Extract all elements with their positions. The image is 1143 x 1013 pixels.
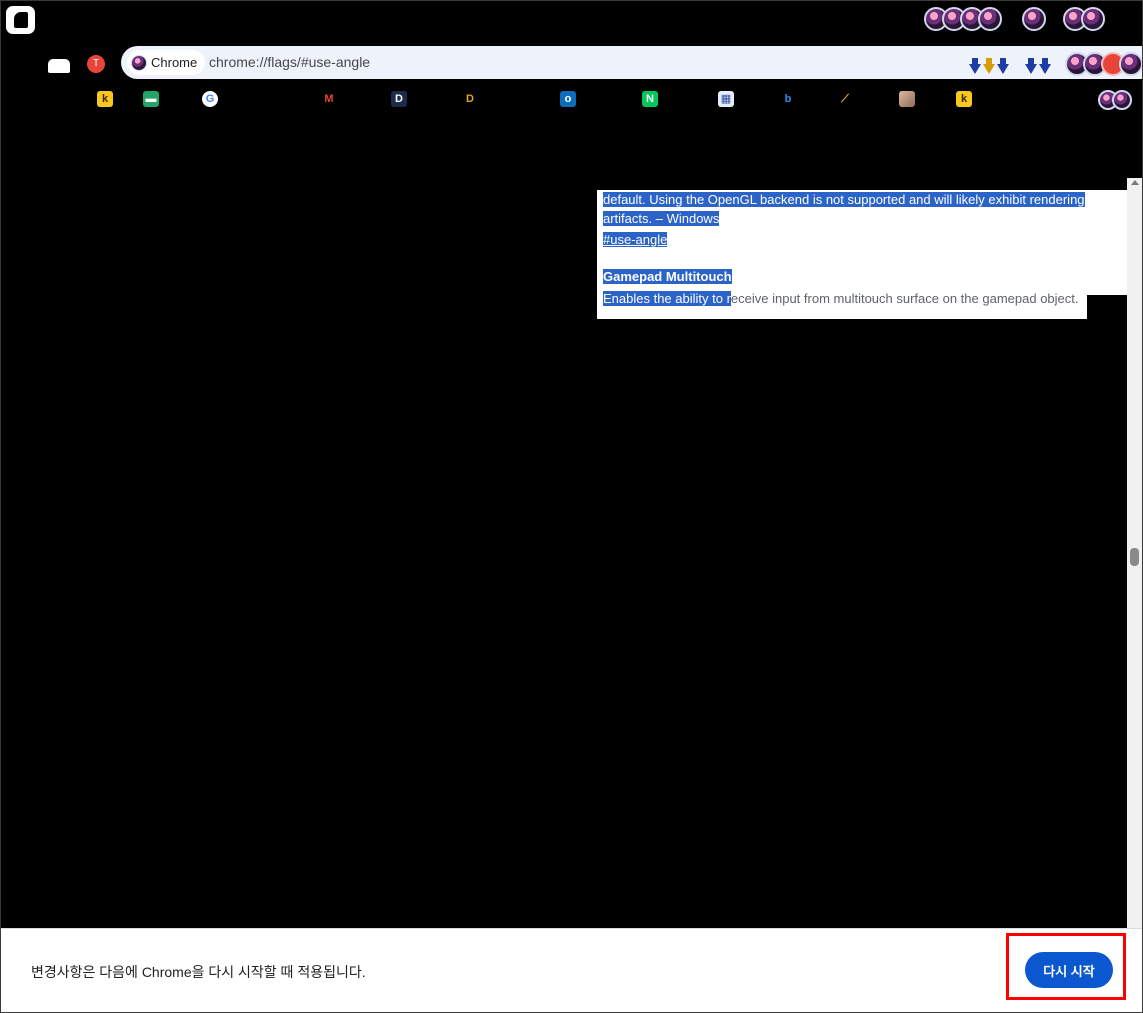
relaunch-message: 변경사항은 다음에 Chrome을 다시 시작할 때 적용됩니다. bbox=[31, 964, 366, 980]
bookmark-calendar-icon[interactable]: ▦ bbox=[718, 91, 734, 107]
bookmark-outlook-icon[interactable]: o bbox=[560, 91, 576, 107]
flag-anchor-link[interactable]: #use-angle bbox=[603, 230, 1126, 249]
avatar[interactable] bbox=[1119, 52, 1143, 76]
bookmark-image-icon[interactable] bbox=[899, 91, 915, 107]
flag-title: Gamepad Multitouch bbox=[603, 269, 732, 284]
bookmark-naver-icon[interactable]: N bbox=[642, 91, 658, 107]
download-icon[interactable] bbox=[1025, 58, 1051, 74]
bookmark-bing-icon[interactable]: b bbox=[780, 91, 796, 107]
bookmark-d-icon[interactable]: D bbox=[462, 91, 478, 107]
profile-avatars-group[interactable] bbox=[924, 7, 1002, 33]
profile-avatar-single[interactable] bbox=[1022, 7, 1046, 33]
bookmark-kakao-icon[interactable]: k bbox=[97, 91, 113, 107]
address-bar[interactable]: Chrome chrome://flags/#use-angle bbox=[121, 46, 1143, 79]
avatar[interactable] bbox=[1081, 7, 1105, 31]
bookmark-d-icon[interactable]: D bbox=[391, 91, 407, 107]
flag-description: artifacts. – Windows bbox=[603, 211, 720, 226]
avatar[interactable] bbox=[978, 7, 1002, 31]
relaunch-bar: 변경사항은 다음에 Chrome을 다시 시작할 때 적용됩니다. 다시 시작 bbox=[0, 928, 1143, 1013]
avatar[interactable] bbox=[1112, 90, 1132, 110]
site-favicon-icon bbox=[131, 54, 147, 71]
tab-badge-icon[interactable]: T bbox=[87, 55, 105, 73]
avatar[interactable] bbox=[1022, 7, 1046, 31]
bookmark-kakao-icon[interactable]: k bbox=[956, 91, 972, 107]
flags-list: default. Using the OpenGL backend is not… bbox=[603, 190, 1126, 308]
bookmark-gmail-icon[interactable]: M bbox=[321, 91, 337, 107]
url-text[interactable]: chrome://flags/#use-angle bbox=[209, 54, 370, 70]
profile-avatars-toolbar[interactable] bbox=[1065, 52, 1143, 78]
site-chip-label: Chrome bbox=[151, 55, 198, 70]
relaunch-button[interactable]: 다시 시작 bbox=[1025, 952, 1113, 988]
download-icon[interactable] bbox=[969, 58, 1009, 74]
bookmark-sheets-icon[interactable]: ▬ bbox=[143, 91, 159, 107]
bookmark-ads-icon[interactable]: ⟋ bbox=[837, 91, 853, 107]
bookmark-profile-avatars[interactable] bbox=[1098, 90, 1132, 116]
flag-description: default. Using the OpenGL backend is not… bbox=[603, 192, 1085, 207]
bookmark-google-icon[interactable]: G bbox=[202, 91, 218, 107]
scrollbar-thumb[interactable] bbox=[1130, 548, 1139, 566]
app-logo-icon[interactable] bbox=[6, 6, 35, 34]
extensions-area bbox=[969, 52, 1143, 78]
site-chip[interactable]: Chrome bbox=[127, 50, 206, 75]
tab-shape-icon[interactable] bbox=[48, 59, 70, 73]
profile-avatars-pair[interactable] bbox=[1063, 7, 1105, 33]
flag-description: Enables the ability to receive input fro… bbox=[603, 291, 1079, 306]
window-frame bbox=[0, 0, 1143, 1013]
scroll-up-icon[interactable] bbox=[1131, 180, 1139, 185]
